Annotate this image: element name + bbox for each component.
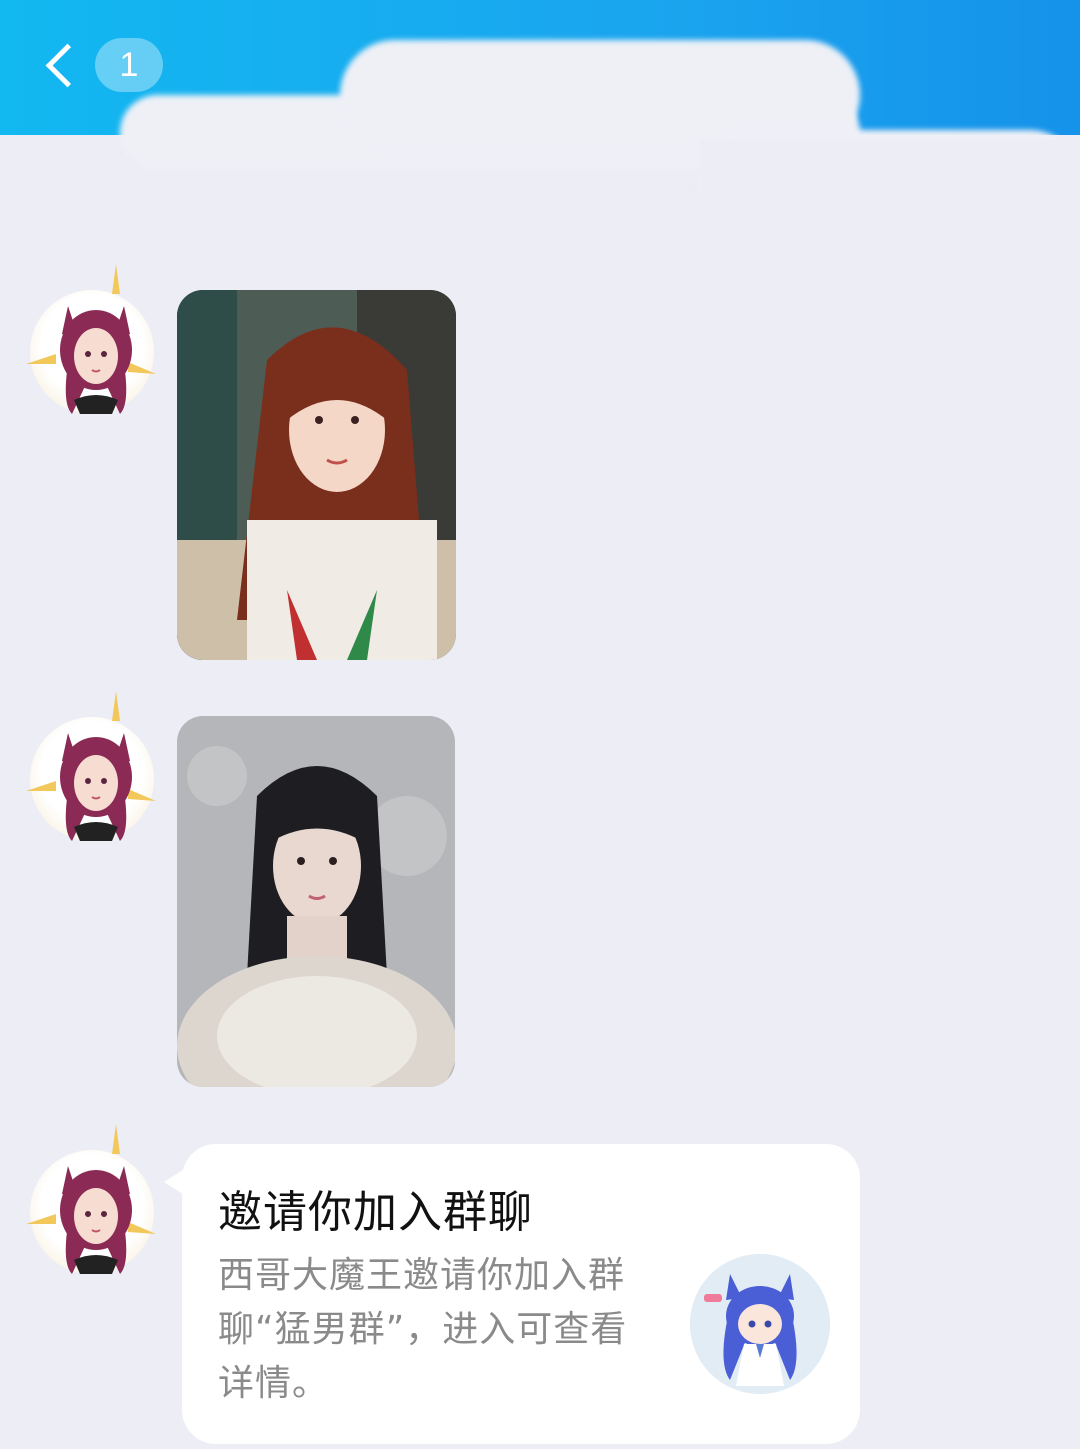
invite-title: 邀请你加入群聊 xyxy=(218,1187,533,1238)
photo-dark-hair-image xyxy=(177,716,455,1087)
sender-avatar[interactable] xyxy=(26,1124,156,1274)
chat-image[interactable] xyxy=(177,290,456,660)
sender-avatar[interactable] xyxy=(26,691,156,841)
chat-image[interactable] xyxy=(177,716,455,1087)
cat-ear-girl-avatar-icon xyxy=(26,1124,156,1274)
group-invite-card[interactable]: 邀请你加入群聊 西哥大魔王邀请你加入群聊“猛男群”，进入可查看详情。 xyxy=(182,1144,860,1444)
sender-avatar[interactable] xyxy=(26,264,156,414)
blue-hair-chibi-avatar-icon xyxy=(690,1254,830,1394)
group-avatar xyxy=(690,1254,830,1394)
invite-description: 西哥大魔王邀请你加入群聊“猛男群”，进入可查看详情。 xyxy=(218,1255,628,1404)
cat-ear-girl-avatar-icon xyxy=(26,691,156,841)
back-arrow-icon xyxy=(45,43,90,87)
selfie-red-hair-image xyxy=(177,290,456,660)
unread-count-badge: 1 xyxy=(95,38,163,92)
cat-ear-girl-avatar-icon xyxy=(26,264,156,414)
back-button[interactable]: 1 xyxy=(38,30,168,100)
